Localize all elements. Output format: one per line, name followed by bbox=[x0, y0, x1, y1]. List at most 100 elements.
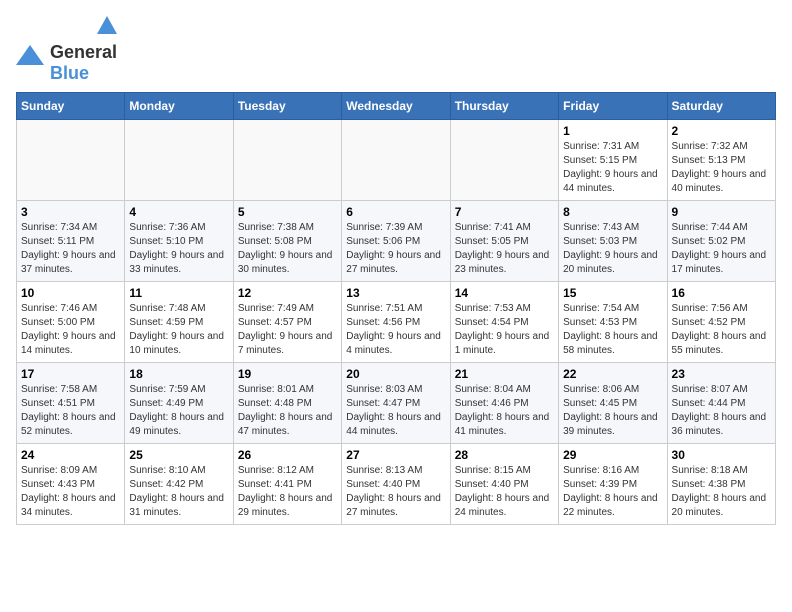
calendar-table: SundayMondayTuesdayWednesdayThursdayFrid… bbox=[16, 92, 776, 525]
calendar-cell: 26 Sunrise: 8:12 AM Sunset: 4:41 PM Dayli… bbox=[233, 444, 341, 525]
calendar-cell: 24 Sunrise: 8:09 AM Sunset: 4:43 PM Dayli… bbox=[17, 444, 125, 525]
calendar-cell: 14Sunrise: 7:53 AM Sunset: 4:54 PM Dayli… bbox=[450, 282, 558, 363]
day-info: Sunrise: 7:56 AM Sunset: 4:52 PM Dayligh… bbox=[672, 302, 771, 358]
day-number: 26 bbox=[238, 448, 337, 462]
logo-general: General bbox=[50, 42, 117, 63]
day-number: 28 bbox=[455, 448, 554, 462]
calendar-cell bbox=[450, 120, 558, 201]
calendar-cell: 18 Sunrise: 7:59 AM Sunset: 4:49 PM Dayli… bbox=[125, 363, 233, 444]
day-number: 24 bbox=[21, 448, 120, 462]
day-number: 16 bbox=[672, 286, 771, 300]
weekday-header-saturday: Saturday bbox=[667, 93, 775, 120]
day-number: 7 bbox=[455, 205, 554, 219]
calendar-cell: 12 Sunrise: 7:49 AM Sunset: 4:57 PM Dayli… bbox=[233, 282, 341, 363]
day-info: Sunrise: 7:41 AM Sunset: 5:05 PM Dayligh… bbox=[455, 221, 554, 277]
day-number: 15 bbox=[563, 286, 662, 300]
day-number: 17 bbox=[21, 367, 120, 381]
day-info: Sunrise: 8:16 AM Sunset: 4:39 PM Dayligh… bbox=[563, 464, 662, 520]
day-info: Sunrise: 7:39 AM Sunset: 5:06 PM Dayligh… bbox=[346, 221, 445, 277]
calendar-cell: 2 Sunrise: 7:32 AM Sunset: 5:13 PM Daylig… bbox=[667, 120, 775, 201]
day-number: 30 bbox=[672, 448, 771, 462]
day-number: 29 bbox=[563, 448, 662, 462]
day-info: Sunrise: 7:38 AM Sunset: 5:08 PM Dayligh… bbox=[238, 221, 337, 277]
day-number: 1 bbox=[563, 124, 662, 138]
day-info: Sunrise: 7:54 AM Sunset: 4:53 PM Dayligh… bbox=[563, 302, 662, 358]
day-number: 9 bbox=[672, 205, 771, 219]
day-info: Sunrise: 8:15 AM Sunset: 4:40 PM Dayligh… bbox=[455, 464, 554, 520]
day-number: 4 bbox=[129, 205, 228, 219]
calendar-cell: 11Sunrise: 7:48 AM Sunset: 4:59 PM Dayli… bbox=[125, 282, 233, 363]
day-number: 21 bbox=[455, 367, 554, 381]
calendar-cell: 10Sunrise: 7:46 AM Sunset: 5:00 PM Dayli… bbox=[17, 282, 125, 363]
calendar-cell: 15 Sunrise: 7:54 AM Sunset: 4:53 PM Dayli… bbox=[559, 282, 667, 363]
day-info: Sunrise: 7:32 AM Sunset: 5:13 PM Dayligh… bbox=[672, 140, 771, 196]
day-info: Sunrise: 7:44 AM Sunset: 5:02 PM Dayligh… bbox=[672, 221, 771, 277]
calendar-week-1: 3 Sunrise: 7:34 AM Sunset: 5:11 PM Daylig… bbox=[17, 201, 776, 282]
calendar-cell bbox=[342, 120, 450, 201]
calendar-cell: 30 Sunrise: 8:18 AM Sunset: 4:38 PM Dayli… bbox=[667, 444, 775, 525]
page-header: General Blue bbox=[16, 16, 776, 84]
day-info: Sunrise: 7:48 AM Sunset: 4:59 PM Dayligh… bbox=[129, 302, 228, 358]
day-info: Sunrise: 8:01 AM Sunset: 4:48 PM Dayligh… bbox=[238, 383, 337, 439]
day-info: Sunrise: 8:18 AM Sunset: 4:38 PM Dayligh… bbox=[672, 464, 771, 520]
logo: General Blue bbox=[16, 16, 117, 84]
day-info: Sunrise: 7:36 AM Sunset: 5:10 PM Dayligh… bbox=[129, 221, 228, 277]
day-info: Sunrise: 8:03 AM Sunset: 4:47 PM Dayligh… bbox=[346, 383, 445, 439]
calendar-cell: 4 Sunrise: 7:36 AM Sunset: 5:10 PM Daylig… bbox=[125, 201, 233, 282]
calendar-cell: 22Sunrise: 8:06 AM Sunset: 4:45 PM Dayli… bbox=[559, 363, 667, 444]
calendar-cell bbox=[17, 120, 125, 201]
day-number: 5 bbox=[238, 205, 337, 219]
calendar-cell: 8 Sunrise: 7:43 AM Sunset: 5:03 PM Daylig… bbox=[559, 201, 667, 282]
calendar-cell: 1 Sunrise: 7:31 AM Sunset: 5:15 PM Daylig… bbox=[559, 120, 667, 201]
day-number: 18 bbox=[129, 367, 228, 381]
weekday-header-tuesday: Tuesday bbox=[233, 93, 341, 120]
day-info: Sunrise: 7:51 AM Sunset: 4:56 PM Dayligh… bbox=[346, 302, 445, 358]
day-info: Sunrise: 8:04 AM Sunset: 4:46 PM Dayligh… bbox=[455, 383, 554, 439]
day-number: 22 bbox=[563, 367, 662, 381]
day-info: Sunrise: 8:09 AM Sunset: 4:43 PM Dayligh… bbox=[21, 464, 120, 520]
calendar-cell bbox=[233, 120, 341, 201]
calendar-cell: 25 Sunrise: 8:10 AM Sunset: 4:42 PM Dayli… bbox=[125, 444, 233, 525]
day-info: Sunrise: 7:53 AM Sunset: 4:54 PM Dayligh… bbox=[455, 302, 554, 358]
calendar-cell: 23Sunrise: 8:07 AM Sunset: 4:44 PM Dayli… bbox=[667, 363, 775, 444]
day-number: 3 bbox=[21, 205, 120, 219]
day-info: Sunrise: 8:10 AM Sunset: 4:42 PM Dayligh… bbox=[129, 464, 228, 520]
day-number: 8 bbox=[563, 205, 662, 219]
day-info: Sunrise: 7:58 AM Sunset: 4:51 PM Dayligh… bbox=[21, 383, 120, 439]
calendar-cell: 19 Sunrise: 8:01 AM Sunset: 4:48 PM Dayli… bbox=[233, 363, 341, 444]
day-info: Sunrise: 7:59 AM Sunset: 4:49 PM Dayligh… bbox=[129, 383, 228, 439]
day-info: Sunrise: 8:12 AM Sunset: 4:41 PM Dayligh… bbox=[238, 464, 337, 520]
day-info: Sunrise: 7:43 AM Sunset: 5:03 PM Dayligh… bbox=[563, 221, 662, 277]
day-number: 10 bbox=[21, 286, 120, 300]
calendar-week-2: 10Sunrise: 7:46 AM Sunset: 5:00 PM Dayli… bbox=[17, 282, 776, 363]
weekday-header-thursday: Thursday bbox=[450, 93, 558, 120]
logo-svg bbox=[16, 45, 44, 81]
day-number: 19 bbox=[238, 367, 337, 381]
calendar-cell bbox=[125, 120, 233, 201]
day-info: Sunrise: 7:49 AM Sunset: 4:57 PM Dayligh… bbox=[238, 302, 337, 358]
day-number: 2 bbox=[672, 124, 771, 138]
day-number: 13 bbox=[346, 286, 445, 300]
day-info: Sunrise: 7:34 AM Sunset: 5:11 PM Dayligh… bbox=[21, 221, 120, 277]
weekday-header-friday: Friday bbox=[559, 93, 667, 120]
day-number: 27 bbox=[346, 448, 445, 462]
calendar-cell: 27 Sunrise: 8:13 AM Sunset: 4:40 PM Dayli… bbox=[342, 444, 450, 525]
calendar-week-0: 1 Sunrise: 7:31 AM Sunset: 5:15 PM Daylig… bbox=[17, 120, 776, 201]
calendar-cell: 20Sunrise: 8:03 AM Sunset: 4:47 PM Dayli… bbox=[342, 363, 450, 444]
calendar-body: 1 Sunrise: 7:31 AM Sunset: 5:15 PM Daylig… bbox=[17, 120, 776, 525]
calendar-cell: 28 Sunrise: 8:15 AM Sunset: 4:40 PM Dayli… bbox=[450, 444, 558, 525]
day-info: Sunrise: 7:31 AM Sunset: 5:15 PM Dayligh… bbox=[563, 140, 662, 196]
weekday-header-monday: Monday bbox=[125, 93, 233, 120]
day-number: 6 bbox=[346, 205, 445, 219]
day-number: 12 bbox=[238, 286, 337, 300]
calendar-cell: 29 Sunrise: 8:16 AM Sunset: 4:39 PM Dayli… bbox=[559, 444, 667, 525]
calendar-week-4: 24 Sunrise: 8:09 AM Sunset: 4:43 PM Dayli… bbox=[17, 444, 776, 525]
calendar-cell: 13 Sunrise: 7:51 AM Sunset: 4:56 PM Dayli… bbox=[342, 282, 450, 363]
day-number: 25 bbox=[129, 448, 228, 462]
calendar-cell: 21 Sunrise: 8:04 AM Sunset: 4:46 PM Dayli… bbox=[450, 363, 558, 444]
calendar-cell: 17 Sunrise: 7:58 AM Sunset: 4:51 PM Dayli… bbox=[17, 363, 125, 444]
calendar-week-3: 17 Sunrise: 7:58 AM Sunset: 4:51 PM Dayli… bbox=[17, 363, 776, 444]
day-info: Sunrise: 8:13 AM Sunset: 4:40 PM Dayligh… bbox=[346, 464, 445, 520]
calendar-cell: 9 Sunrise: 7:44 AM Sunset: 5:02 PM Daylig… bbox=[667, 201, 775, 282]
calendar-header-row: SundayMondayTuesdayWednesdayThursdayFrid… bbox=[17, 93, 776, 120]
